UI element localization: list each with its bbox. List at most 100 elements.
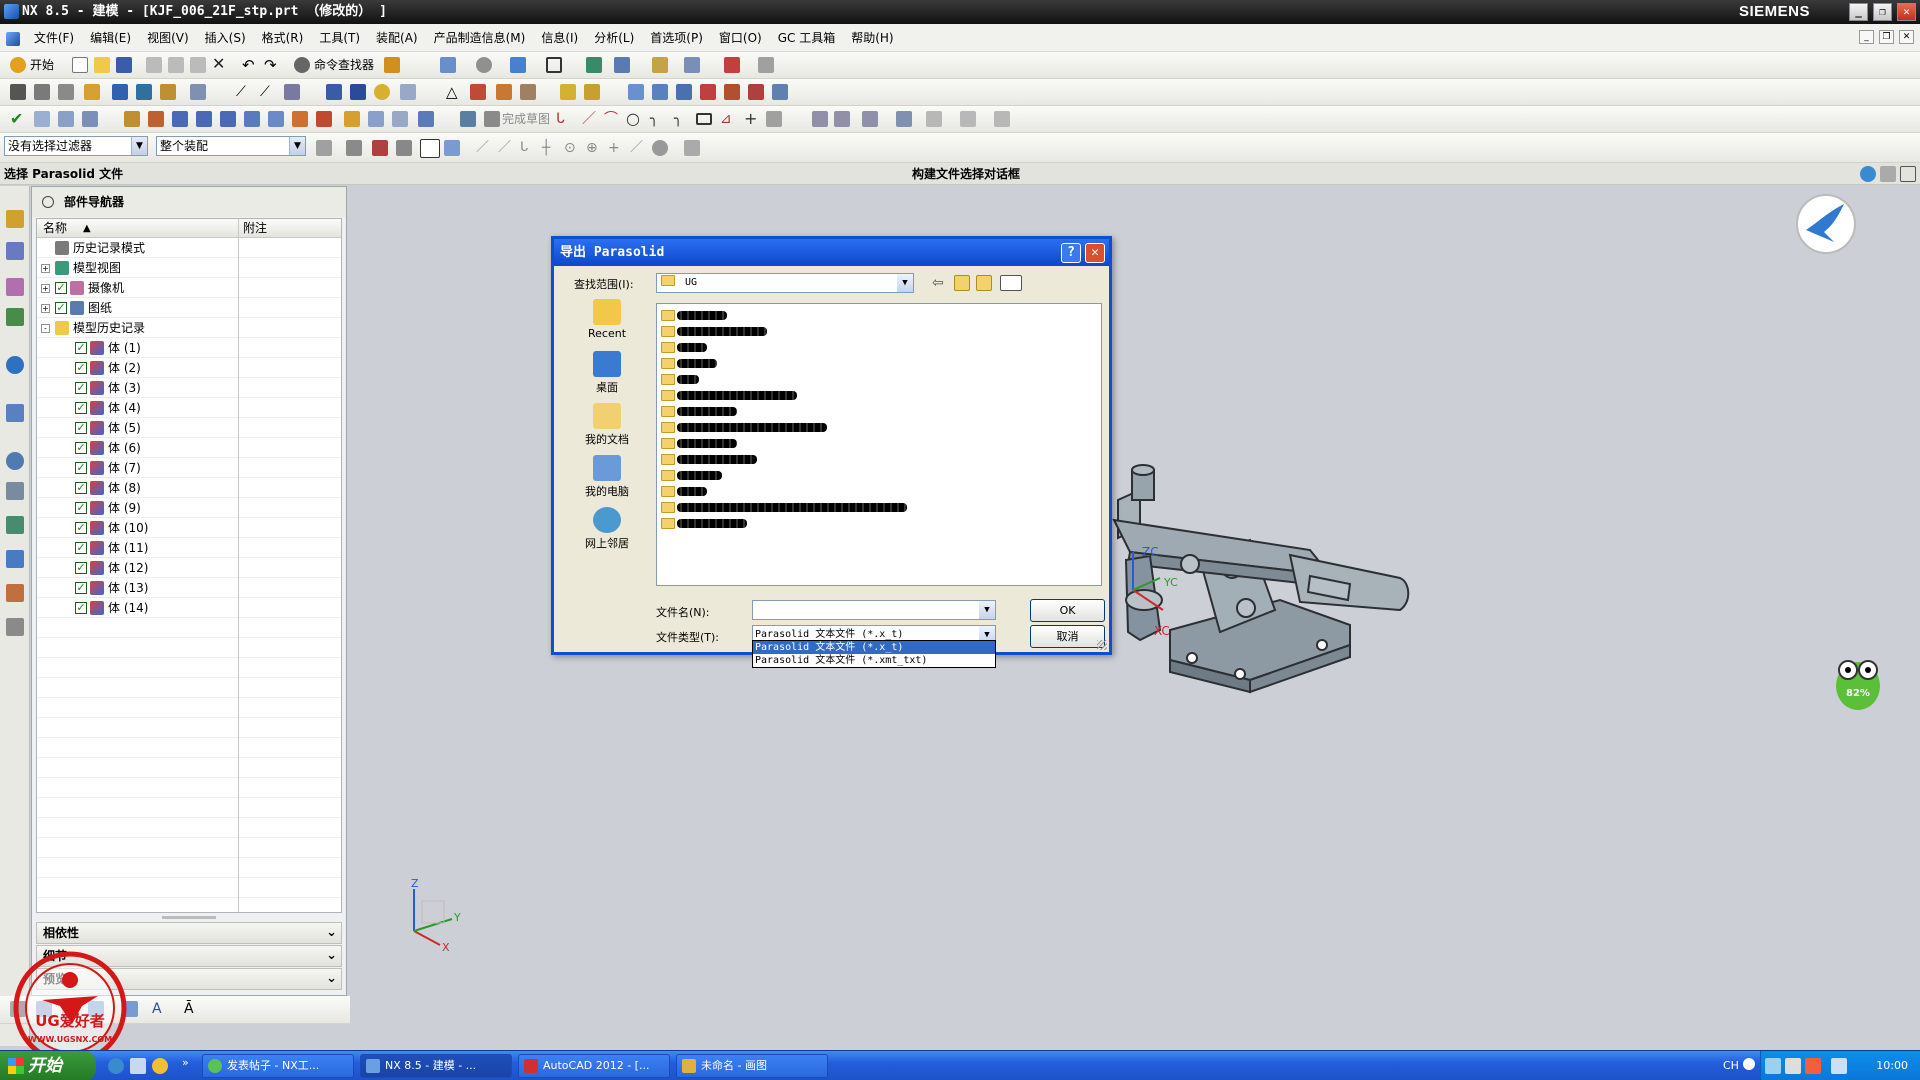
cylinder-icon[interactable] [148,111,164,127]
pocket-icon[interactable] [244,111,260,127]
web-browser-tab-icon[interactable] [6,356,24,374]
wcs-icon[interactable] [614,57,630,73]
point-on-curve-icon[interactable]: ／ [630,140,646,156]
menu-item[interactable]: 分析(L) [586,24,642,52]
tree-node[interactable]: - 模型历史记录 [37,318,341,338]
circle-icon[interactable]: ○ [626,111,642,127]
fit-view-icon[interactable] [546,57,562,73]
section-view-icon[interactable] [400,84,416,100]
expand-icon[interactable]: + [41,284,50,293]
tree-node-body[interactable]: ✓ 体 (4) [37,398,341,418]
magnet-icon[interactable] [396,140,412,156]
redo-icon[interactable]: ↷ [264,57,280,73]
cancel-button[interactable]: 取消 [1030,625,1105,648]
tree-node-body[interactable]: ✓ 体 (11) [37,538,341,558]
visibility-checkbox[interactable]: ✓ [75,602,87,614]
column-comment[interactable]: 附注 [243,219,267,238]
analysis-icon[interactable] [724,57,740,73]
constraint-icon[interactable] [496,84,512,100]
selection-scope-icon[interactable] [34,111,50,127]
cone-icon[interactable] [172,111,188,127]
extend-icon[interactable] [772,84,788,100]
new-file-icon[interactable] [72,57,88,73]
tree-node[interactable]: + ✓ 摄像机 [37,278,341,298]
render-style-icon[interactable] [476,57,492,73]
layer-settings-icon[interactable] [58,84,74,100]
visibility-checkbox[interactable]: ✓ [75,482,87,494]
start-icon[interactable] [10,57,26,73]
edge-blend-icon[interactable]: ⟋ [236,84,252,100]
view-menu-icon[interactable] [1000,275,1022,291]
visibility-checkbox[interactable]: ✓ [75,562,87,574]
menu-item[interactable]: 首选项(P) [642,24,711,52]
start-button[interactable]: 开始 [30,52,54,79]
file-list[interactable] [656,303,1102,586]
pattern-curve-icon[interactable] [926,111,942,127]
reuse-library-tab-icon[interactable] [6,308,24,326]
chrome-icon[interactable] [152,1058,168,1074]
tree-node-body[interactable]: ✓ 体 (1) [37,338,341,358]
help-button[interactable]: ? [1061,243,1081,263]
orient-view-icon[interactable] [586,57,602,73]
profile-icon[interactable]: ᒐ [556,111,572,127]
place-my-computer[interactable]: 我的电脑 [572,455,642,507]
layer-icon[interactable] [34,84,50,100]
tree-node[interactable]: 历史记录模式 [37,238,341,258]
rib-icon[interactable] [392,111,408,127]
language-indicator[interactable]: CH [1723,1051,1739,1080]
task-forum-post[interactable]: 发表帖子 - NX工... [202,1054,354,1078]
new-folder-icon[interactable] [976,275,992,291]
network-tray-icon[interactable] [1765,1058,1781,1074]
sketch-icon[interactable] [84,84,100,100]
selection-icon[interactable] [684,57,700,73]
select-body-icon[interactable] [444,140,460,156]
menu-item[interactable]: 工具(T) [311,24,368,52]
file-name-input[interactable]: ▼ [752,600,996,620]
chamfer-icon[interactable]: ⟋ [260,84,276,100]
process-studio-tab-icon[interactable] [6,516,24,534]
bounded-grid-icon[interactable] [684,140,700,156]
menu-item[interactable]: GC 工具箱 [770,24,844,52]
section-dependencies[interactable]: 相依性 ⌄ [36,922,342,944]
place-network[interactable]: 网上邻居 [572,507,642,559]
extrude-icon[interactable] [112,84,128,100]
snap-point-icon[interactable] [372,140,388,156]
monitor-tray-icon[interactable] [1831,1058,1847,1074]
hole-icon[interactable] [160,84,176,100]
revolve-icon[interactable] [136,84,152,100]
place-my-documents[interactable]: 我的文档 [572,403,642,455]
task-paint[interactable]: 未命名 - 画图 [676,1054,828,1078]
mid-point-icon[interactable]: ／ [498,140,514,156]
assembly-navigator-tab-icon[interactable] [6,210,24,228]
expression-icon[interactable] [326,84,342,100]
task-autocad[interactable]: AutoCAD 2012 - [... [518,1054,670,1078]
info-icon[interactable] [374,84,390,100]
arc-icon[interactable]: ⌒ [604,111,620,127]
existing-point-icon[interactable]: + [608,140,624,156]
resize-grip-icon[interactable] [1097,640,1107,650]
boolean-icon[interactable] [190,84,206,100]
draft-icon[interactable] [344,111,360,127]
arc-center-icon[interactable]: ⊙ [564,140,580,156]
measure-icon[interactable] [758,57,774,73]
boss-icon[interactable] [220,111,236,127]
quadrant-icon[interactable]: ⊕ [586,140,602,156]
assembly-nav-icon[interactable] [10,84,26,100]
more-icon[interactable]: » [182,1056,189,1069]
triangle-icon[interactable]: △ [446,84,462,100]
visibility-checkbox[interactable]: ✓ [75,342,87,354]
intersection-icon[interactable]: ┼ [542,140,558,156]
constraints-icon[interactable] [994,111,1010,127]
pin-icon[interactable] [42,196,54,208]
menu-item[interactable]: 装配(A) [368,24,426,52]
shaded-icon[interactable] [510,57,526,73]
start-button-taskbar[interactable]: 开始 [0,1051,96,1080]
text-format-icon[interactable]: A [152,1001,168,1017]
view-layout-icon[interactable] [440,57,456,73]
menu-item[interactable]: 文件(F) [28,24,82,52]
quick-trim-icon[interactable] [812,111,828,127]
clock-tab-icon[interactable] [6,452,24,470]
trim-sheet-icon[interactable] [748,84,764,100]
visibility-checkbox[interactable]: ✓ [75,542,87,554]
tree-node-body[interactable]: ✓ 体 (2) [37,358,341,378]
